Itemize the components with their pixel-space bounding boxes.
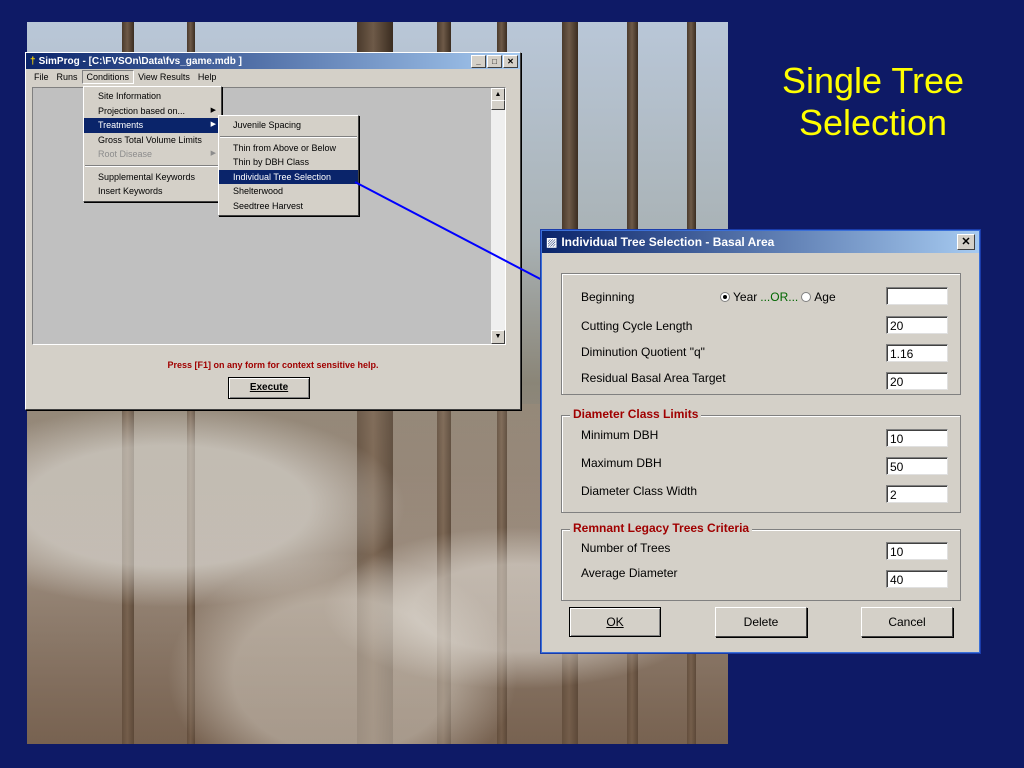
delete-label: Delete xyxy=(743,615,779,629)
avg-diameter-label: Average Diameter xyxy=(581,566,678,580)
class-width-label: Diameter Class Width xyxy=(581,484,698,498)
year-radio[interactable] xyxy=(720,292,730,302)
max-dbh-label: Maximum DBH xyxy=(581,456,662,470)
num-trees-label: Number of Trees xyxy=(581,541,671,555)
class-width-field[interactable]: 2 xyxy=(886,485,948,503)
or-label: ...OR... xyxy=(760,290,799,304)
ok-button[interactable]: OK xyxy=(569,607,661,637)
beginning-radio-group: Year ...OR... Age xyxy=(720,290,836,304)
dialog-icon: ▨ xyxy=(546,235,558,249)
age-label: Age xyxy=(814,290,836,304)
cancel-button[interactable]: Cancel xyxy=(861,607,953,637)
age-radio[interactable] xyxy=(801,292,812,302)
avg-diameter-field[interactable]: 40 xyxy=(886,570,948,588)
dialog-titlebar: ▨ Individual Tree Selection - Basal Area… xyxy=(542,231,979,253)
cutting-cycle-label: Cutting Cycle Length xyxy=(581,319,693,333)
ok-label: OK xyxy=(606,615,624,629)
max-dbh-field[interactable]: 50 xyxy=(886,457,948,475)
residual-field[interactable]: 20 xyxy=(886,372,948,390)
year-label: Year xyxy=(733,290,758,304)
close-icon[interactable]: ✕ xyxy=(957,234,975,250)
diminution-field[interactable]: 1.16 xyxy=(886,344,948,362)
diminution-label: Diminution Quotient "q" xyxy=(581,345,705,359)
diameter-class-group: Diameter Class Limits Minimum DBH 10 Max… xyxy=(561,407,961,513)
cutting-cycle-field[interactable]: 20 xyxy=(886,316,948,334)
cancel-label: Cancel xyxy=(888,615,926,629)
min-dbh-label: Minimum DBH xyxy=(581,428,659,442)
its-dialog: ▨ Individual Tree Selection - Basal Area… xyxy=(541,230,980,653)
delete-button[interactable]: Delete xyxy=(715,607,807,637)
basal-area-group: Beginning Year ...OR... Age Cutting Cycl… xyxy=(561,273,961,395)
beginning-field[interactable] xyxy=(886,287,948,305)
remnant-legacy-group: Remnant Legacy Trees Criteria Number of … xyxy=(561,521,961,601)
diameter-group-title: Diameter Class Limits xyxy=(570,407,702,421)
min-dbh-field[interactable]: 10 xyxy=(886,429,948,447)
beginning-label: Beginning xyxy=(581,290,635,304)
dialog-title: Individual Tree Selection - Basal Area xyxy=(561,235,775,249)
num-trees-field[interactable]: 10 xyxy=(886,542,948,560)
remnant-group-title: Remnant Legacy Trees Criteria xyxy=(570,521,753,535)
residual-label: Residual Basal Area Target xyxy=(581,371,726,385)
pointer-arrow-line xyxy=(354,181,549,284)
